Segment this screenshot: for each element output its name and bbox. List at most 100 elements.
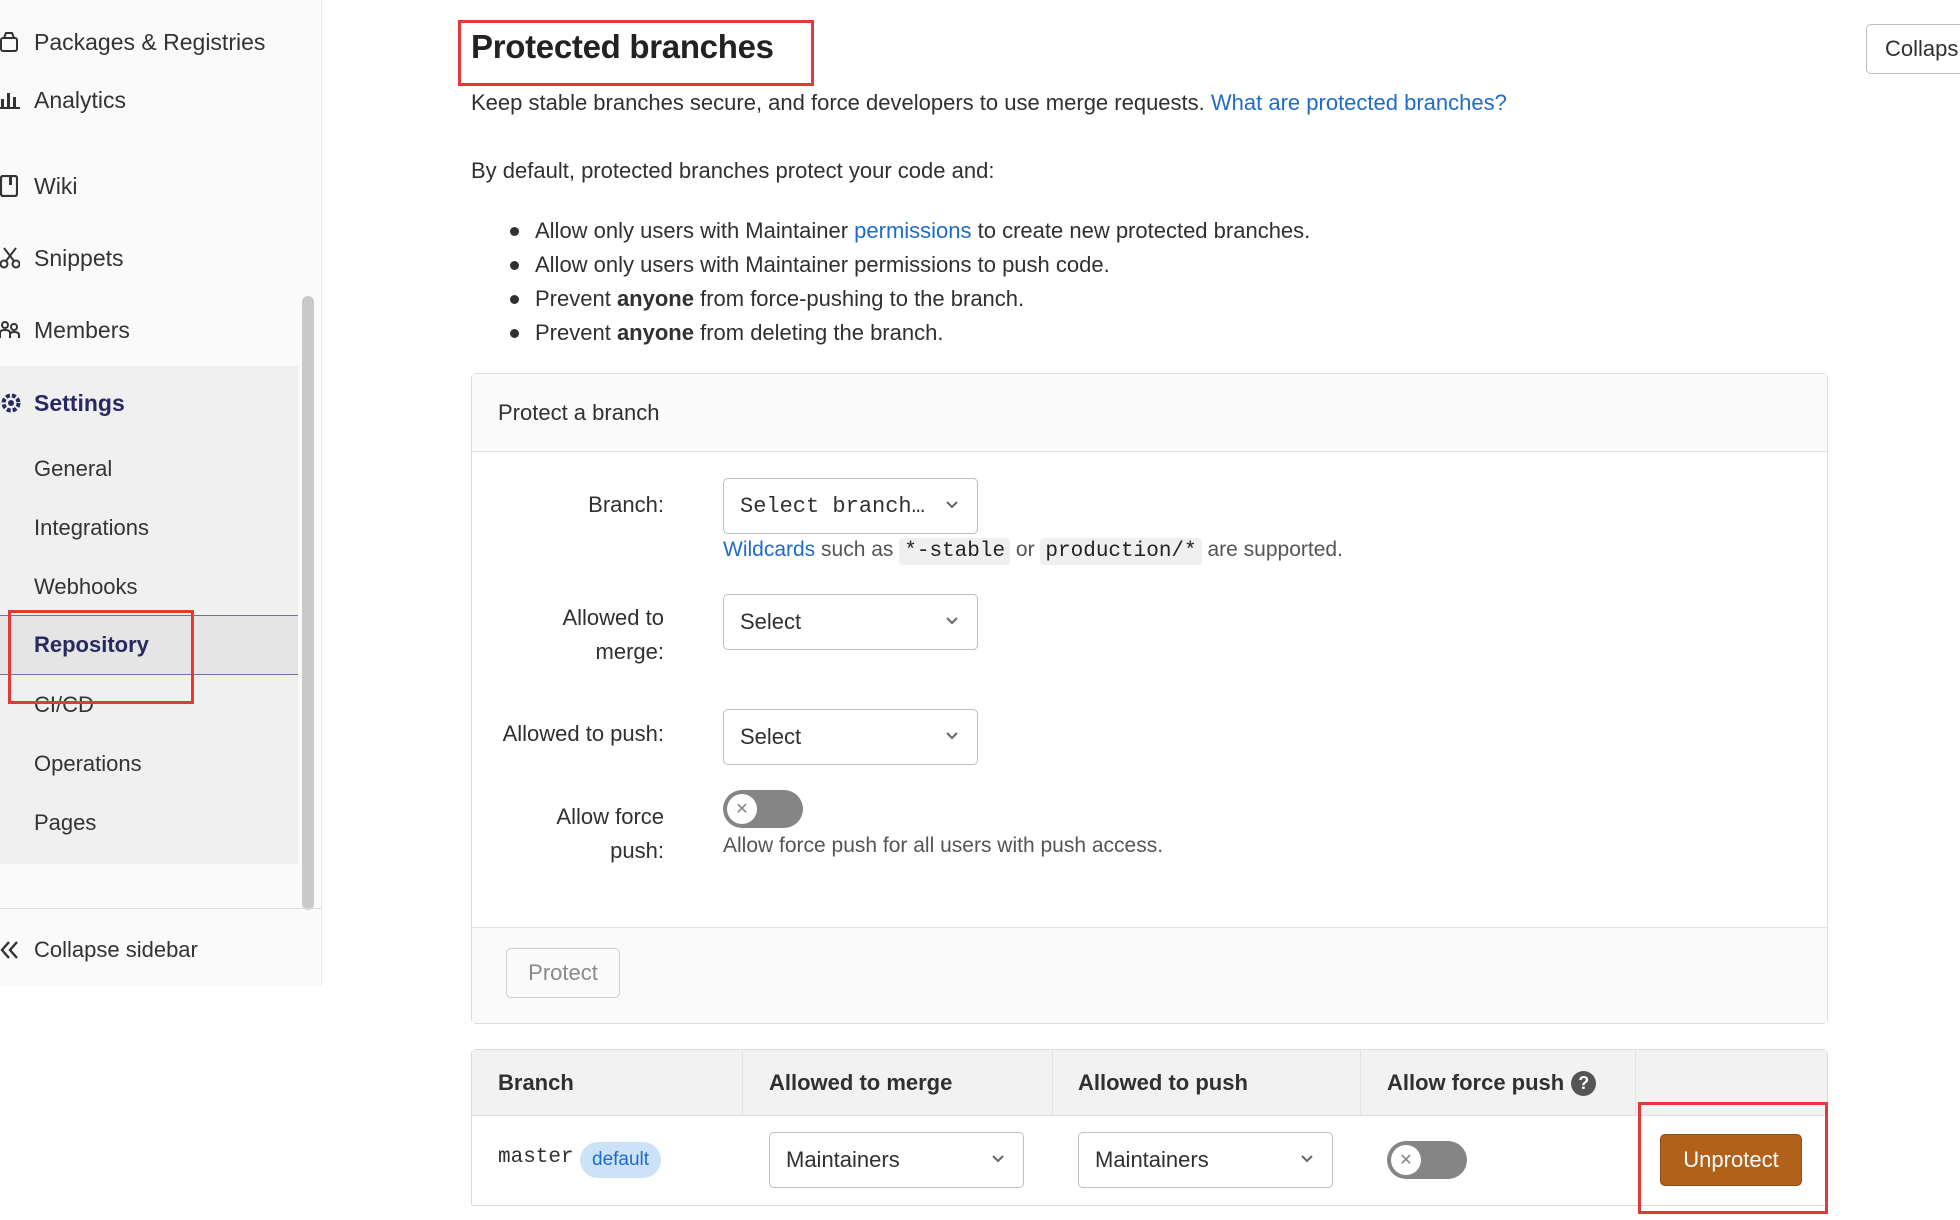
chevron-down-icon — [1301, 1155, 1313, 1163]
sidebar-item-label: Packages & Registries — [34, 28, 266, 55]
header-text: Allowed to push — [1078, 1070, 1248, 1095]
package-icon — [0, 27, 34, 57]
collapse-sidebar-label: Collapse sidebar — [34, 937, 198, 962]
label-line: push: — [610, 838, 664, 863]
protect-button[interactable]: Protect — [506, 948, 620, 998]
chevron-down-icon — [946, 501, 958, 509]
chevron-down-icon — [946, 732, 958, 740]
sidebar-subitem-pages[interactable]: Pages — [34, 795, 96, 851]
sidebar-subitem-integrations[interactable]: Integrations — [34, 500, 149, 556]
sidebar-divider — [0, 908, 322, 909]
toggle-off-icon: ✕ — [727, 794, 757, 824]
sidebar-item-label: Wiki — [34, 172, 78, 199]
column-divider — [742, 1050, 743, 1116]
allowed-to-push-select[interactable]: Select — [723, 709, 978, 765]
sidebar-item-analytics[interactable]: Analytics — [0, 65, 298, 135]
wildcards-link[interactable]: Wildcards — [723, 538, 815, 561]
chevron-down-icon — [946, 617, 958, 625]
rule-text: from deleting the branch. — [693, 320, 944, 345]
column-divider — [1052, 1050, 1053, 1116]
gear-icon — [0, 392, 34, 414]
sidebar-item-snippets[interactable]: Snippets — [0, 223, 298, 293]
allow-force-push-label: Allow force push: — [498, 800, 664, 868]
sidebar-subitem-webhooks[interactable]: Webhooks — [34, 559, 138, 615]
bullet-icon — [510, 295, 519, 304]
wildcards-hint: Wildcards such as *-stable or production… — [723, 538, 1343, 565]
sidebar-item-wiki[interactable]: Wiki — [0, 151, 298, 221]
protected-branches-table: Branch Allowed to merge Allowed to push … — [471, 1049, 1828, 1206]
unprotect-button[interactable]: Unprotect — [1660, 1134, 1802, 1186]
merge-select-value: Select — [740, 609, 802, 634]
sidebar-subitem-general[interactable]: General — [34, 441, 112, 497]
list-item: Allow only users with Maintainer permiss… — [510, 250, 1310, 284]
sidebar-item-members[interactable]: Members — [0, 295, 298, 365]
rules-list: Allow only users with Maintainer permiss… — [510, 216, 1310, 352]
chevron-down-icon — [992, 1155, 1004, 1163]
sidebar: Packages & Registries Analytics Wiki Sni… — [0, 0, 322, 986]
protect-branch-card: Protect a branch Branch: Select branch… … — [471, 373, 1828, 1024]
sidebar-subitem-operations[interactable]: Operations — [34, 736, 142, 792]
chart-icon — [0, 85, 34, 115]
branch-select[interactable]: Select branch… — [723, 478, 978, 534]
intro-text: By default, protected branches protect y… — [471, 158, 995, 183]
question-circle-icon[interactable]: ? — [1571, 1070, 1597, 1096]
book-icon — [0, 171, 34, 201]
row-merge-select[interactable]: Maintainers — [769, 1132, 1024, 1188]
table-row: master default Maintainers Maintainers ✕… — [472, 1116, 1827, 1206]
description-text: Keep stable branches secure, and force d… — [471, 90, 1205, 115]
page-title: Protected branches — [471, 28, 774, 65]
rule-text: Allow only users with Maintainer — [535, 218, 855, 243]
rule-text: Prevent — [535, 320, 617, 345]
list-item: Prevent anyone from deleting the branch. — [510, 318, 1310, 352]
sidebar-item-label: Settings — [34, 389, 125, 416]
hint-text: or — [1010, 538, 1041, 561]
rule-text: to create new protected branches. — [971, 218, 1311, 243]
sidebar-subitem-cicd[interactable]: CI/CD — [34, 677, 94, 733]
allowed-to-push-label: Allowed to push: — [502, 721, 664, 746]
sidebar-item-label: Members — [34, 316, 130, 343]
sidebar-item-label: Analytics — [34, 86, 127, 113]
users-icon — [0, 315, 34, 345]
collapse-section-button[interactable]: Collaps — [1866, 24, 1960, 74]
card-footer: Protect — [472, 927, 1827, 1023]
sidebar-scrollbar[interactable] — [302, 296, 314, 910]
column-header-push: Allowed to push — [1078, 1050, 1248, 1116]
protected-branches-help-link[interactable]: What are protected branches? — [1211, 90, 1507, 115]
column-divider — [1360, 1050, 1361, 1116]
label-line: Allow force — [556, 804, 664, 829]
list-item: Allow only users with Maintainer permiss… — [510, 216, 1310, 250]
wildcard-example-code: production/* — [1040, 538, 1202, 565]
merge-select-value: Maintainers — [786, 1147, 900, 1172]
force-push-toggle[interactable]: ✕ — [723, 790, 803, 828]
label-line: Allowed to — [562, 605, 664, 630]
wildcard-example-code: *-stable — [899, 538, 1011, 565]
list-item: Prevent anyone from force-pushing to the… — [510, 284, 1310, 318]
label-line: merge: — [595, 639, 664, 664]
row-push-select[interactable]: Maintainers — [1078, 1132, 1333, 1188]
rule-emphasis: anyone — [616, 320, 694, 345]
column-divider — [1635, 1050, 1636, 1116]
branch-name: master — [498, 1146, 574, 1169]
toggle-off-icon: ✕ — [1391, 1145, 1421, 1175]
table-header: Branch Allowed to merge Allowed to push … — [472, 1050, 1827, 1116]
rule-text: Prevent — [535, 286, 617, 311]
rule-emphasis: anyone — [616, 286, 694, 311]
push-select-value: Maintainers — [1095, 1147, 1209, 1172]
default-badge: default — [580, 1142, 662, 1178]
rule-text: Allow only users with Maintainer permiss… — [535, 252, 1110, 277]
column-header-merge: Allowed to merge — [769, 1070, 953, 1095]
collapse-sidebar-button[interactable]: Collapse sidebar — [0, 922, 198, 978]
permissions-link[interactable]: permissions — [854, 218, 971, 243]
sidebar-subitem-repository[interactable]: Repository — [34, 615, 149, 675]
bullet-icon — [510, 261, 519, 270]
bullet-icon — [510, 227, 519, 236]
branch-select-value: Select branch… — [740, 493, 925, 519]
branch-label: Branch: — [588, 492, 664, 517]
column-header-force-push: Allow force push ? — [1387, 1050, 1597, 1116]
row-force-push-toggle[interactable]: ✕ — [1387, 1141, 1467, 1179]
sidebar-item-settings[interactable]: Settings — [0, 368, 125, 438]
column-header-branch: Branch — [498, 1070, 574, 1095]
allowed-to-merge-select[interactable]: Select — [723, 594, 978, 650]
allowed-to-merge-label: Allowed to merge: — [498, 601, 664, 669]
card-header: Protect a branch — [472, 374, 1827, 452]
